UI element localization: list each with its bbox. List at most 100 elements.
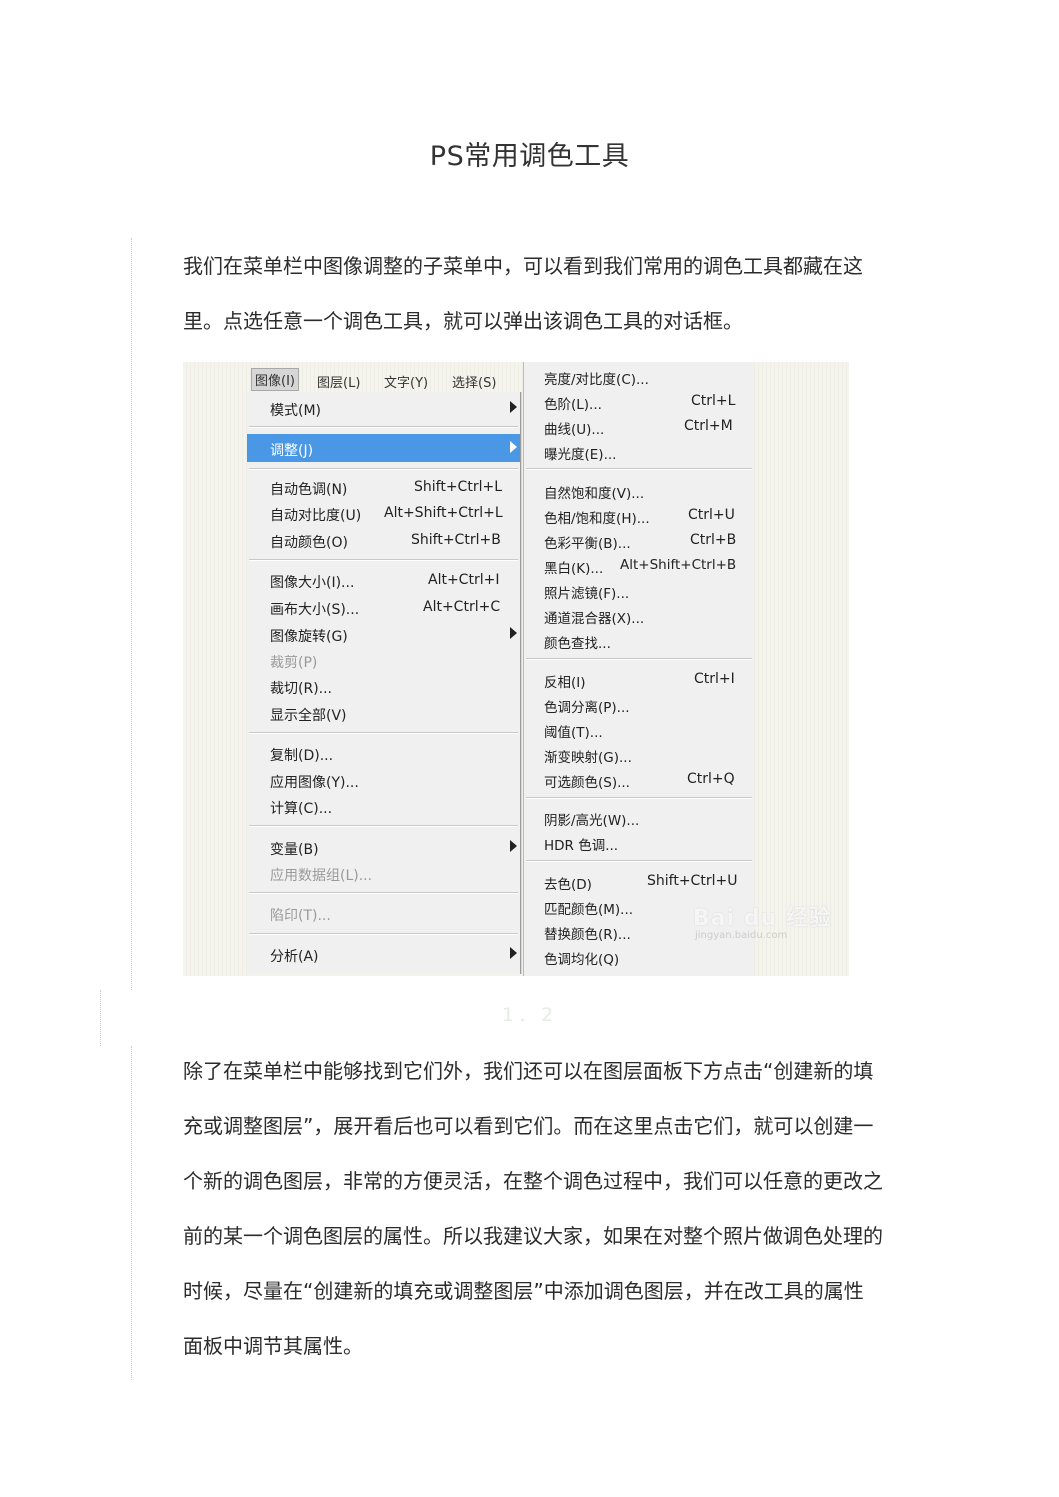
menu-item: 图像旋转(G) [247, 622, 520, 646]
menu-item-label: 图像大小(I)... [270, 575, 355, 591]
menu-item: 裁剪(P) [247, 648, 520, 672]
menu-item: 裁切(R)... [247, 674, 520, 698]
submenu-arrow-icon [510, 627, 517, 639]
submenu-item: 色彩平衡(B)... Ctrl+B [524, 528, 754, 552]
menu-item-label: 裁剪(P) [270, 655, 318, 671]
menu-item: 复制(D)... [247, 741, 520, 765]
submenu-item: 黑白(K)... Alt+Shift+Ctrl+B [524, 553, 754, 577]
menu-item-label: 应用图像(Y)... [270, 775, 359, 791]
menu-item-shortcut: Alt+Ctrl+C [423, 599, 501, 615]
menu-item-label: 裁切(R)... [270, 681, 333, 697]
menu-item-label: 模式(M) [270, 403, 322, 419]
submenu-arrow-icon [510, 441, 517, 453]
submenu-item-label: HDR 色调... [544, 838, 619, 854]
submenu-item: 阈值(T)... [524, 717, 754, 741]
submenu-item-label: 照片滤镜(F)... [544, 586, 630, 602]
paragraph-layers: 除了在菜单栏中能够找到它们外，我们还可以在图层面板下方点击“创建新的填充或调整图… [183, 1059, 883, 1358]
submenu-item-shortcut: Ctrl+M [684, 418, 733, 434]
submenu-item-label: 通道混合器(X)... [544, 611, 645, 627]
submenu-item: 自然饱和度(V)... [524, 478, 754, 502]
menubar-item-image: 图像(I) [251, 368, 299, 391]
menu-separator [249, 468, 518, 470]
submenu-item-label: 阈值(T)... [544, 725, 603, 741]
submenu-item-shortcut: Ctrl+Q [687, 771, 735, 787]
menu-item-label: 应用数据组(L)... [270, 868, 373, 884]
submenu-arrow-icon [510, 840, 517, 852]
submenu-item-label: 黑白(K)... [544, 561, 604, 577]
menubar-item-layer: 图层(L) [317, 376, 361, 391]
menu-item: 分析(A) [247, 942, 520, 966]
menu-item-label: 图像旋转(G) [270, 629, 348, 645]
submenu-item: 颜色查找... [524, 628, 754, 652]
divider-line [131, 238, 132, 990]
menu-item-label: 调整(J) [270, 443, 314, 459]
submenu-item: 色阶(L)... Ctrl+L [524, 389, 754, 413]
submenu-item: 色调均化(Q) [524, 944, 754, 968]
menu-item-label: 变量(B) [270, 842, 319, 858]
submenu-item: 曲线(U)... Ctrl+M [524, 414, 754, 438]
paragraph-intro: 我们在菜单栏中图像调整的子菜单中，可以看到我们常用的调色工具都藏在这里。点选任意… [183, 254, 863, 333]
menu-separator [249, 559, 518, 561]
menu-item-label: 分析(A) [270, 949, 319, 965]
menu-item: 应用数据组(L)... [247, 861, 520, 885]
submenu-item: HDR 色调... [524, 830, 754, 854]
submenu-item-label: 渐变映射(G)... [544, 750, 632, 766]
submenu-item: 通道混合器(X)... [524, 603, 754, 627]
menu-separator [249, 426, 518, 428]
submenu-item-label: 色相/饱和度(H)... [544, 511, 650, 527]
submenu-item-shortcut: Ctrl+I [694, 671, 735, 687]
menu-item: 自动对比度(U) Alt+Shift+Ctrl+L [247, 501, 520, 525]
submenu-item: 曝光度(E)... [524, 439, 754, 463]
menu-item: 应用图像(Y)... [247, 768, 520, 792]
menu-item: 图像大小(I)... Alt+Ctrl+I [247, 568, 520, 592]
menu-separator [249, 732, 518, 734]
submenu-arrow-icon [510, 401, 517, 413]
menu-item-label: 陷印(T)... [270, 908, 331, 924]
submenu-item-shortcut: Ctrl+L [691, 393, 736, 409]
submenu-item-shortcut: Alt+Shift+Ctrl+B [620, 557, 737, 573]
baidu-watermark-logo: Bai du 经验 [693, 906, 832, 931]
menu-item: 自动色调(N) Shift+Ctrl+L [247, 475, 520, 499]
submenu-item: 反相(I) Ctrl+I [524, 667, 754, 691]
divider-line [131, 1046, 132, 1380]
submenu-item: 色调分离(P)... [524, 692, 754, 716]
submenu-item-shortcut: Ctrl+U [688, 507, 735, 523]
submenu-item-label: 替换颜色(R)... [544, 927, 631, 943]
menu-item-shortcut: Alt+Shift+Ctrl+L [384, 505, 503, 521]
adjustments-submenu: 亮度/对比度(C)... 色阶(L)... Ctrl+L 曲线(U)... Ctrl… [523, 362, 754, 976]
submenu-item-label: 曲线(U)... [544, 422, 605, 438]
menu-separator [526, 797, 752, 799]
menu-separator [249, 892, 518, 894]
menu-item-label: 自动颜色(O) [270, 535, 348, 551]
menu-bar: 图像(I) 图层(L) 文字(Y) 选择(S) [247, 366, 522, 394]
image-menu: 模式(M) 调整(J) 自动色调(N) Shift+Ctrl+L 自动对比度(U)… [247, 392, 521, 974]
submenu-item: 亮度/对比度(C)... [524, 364, 754, 388]
submenu-item: 去色(D) Shift+Ctrl+U [524, 869, 754, 893]
submenu-item-label: 阴影/高光(W)... [544, 813, 640, 829]
menu-item: 显示全部(V) [247, 701, 520, 725]
baidu-watermark-url: jingyan.baidu.com [695, 930, 788, 941]
submenu-item-label: 色阶(L)... [544, 397, 602, 413]
step-number: 1．2 [501, 1004, 558, 1026]
submenu-item: 照片滤镜(F)... [524, 578, 754, 602]
menu-item: 模式(M) [247, 396, 520, 420]
submenu-item-label: 亮度/对比度(C)... [544, 372, 649, 388]
menu-separator [249, 933, 518, 935]
menu-item-label: 自动对比度(U) [270, 508, 362, 524]
menu-item: 自动颜色(O) Shift+Ctrl+B [247, 528, 520, 552]
submenu-item: 渐变映射(G)... [524, 742, 754, 766]
menu-item-label: 计算(C)... [270, 801, 333, 817]
menubar-item-text: 文字(Y) [384, 376, 429, 391]
menu-item: 变量(B) [247, 835, 520, 859]
submenu-item-label: 匹配颜色(M)... [544, 902, 634, 918]
submenu-item: 阴影/高光(W)... [524, 805, 754, 829]
menu-item: 画布大小(S)... Alt+Ctrl+C [247, 595, 520, 619]
submenu-item-label: 曝光度(E)... [544, 447, 617, 463]
menu-item-label: 复制(D)... [270, 748, 334, 764]
menu-separator [526, 860, 752, 862]
menu-item-label: 自动色调(N) [270, 482, 348, 498]
menu-item-adjust: 调整(J) [247, 434, 520, 462]
menu-separator [249, 825, 518, 827]
submenu-item-label: 颜色查找... [544, 636, 611, 652]
submenu-item-label: 色调均化(Q) [544, 952, 620, 968]
